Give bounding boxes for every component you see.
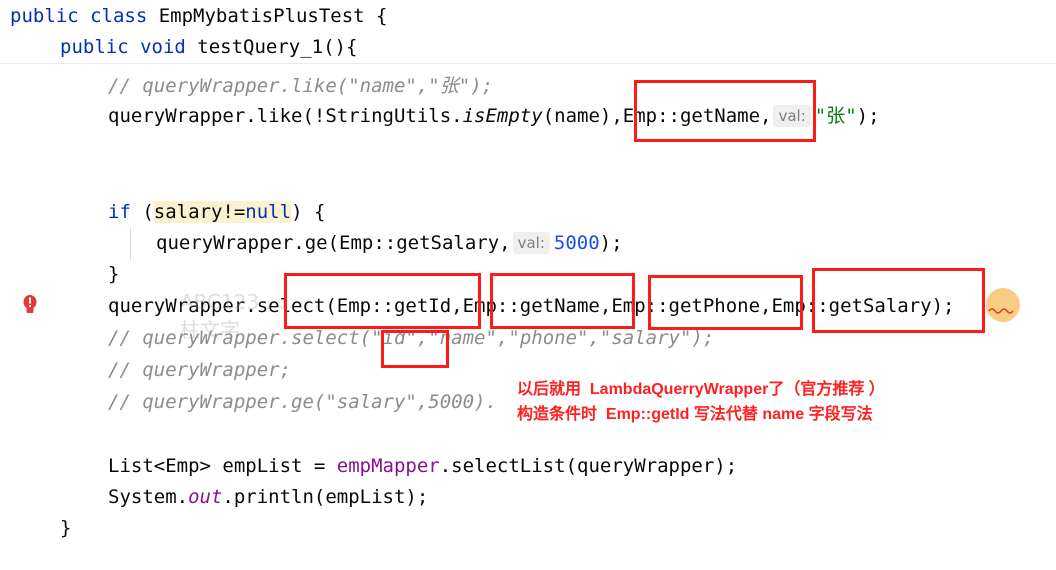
ge-call: queryWrapper.ge(Emp::getSalary,	[156, 232, 511, 254]
null-keyword: null	[245, 201, 292, 223]
watermark: ABC123 ... 柱文字	[180, 290, 285, 342]
println-call: .println(empList);	[222, 486, 429, 508]
folding-divider	[0, 63, 1056, 64]
error-bulb-icon[interactable]	[22, 294, 38, 316]
comment-string: "salary"	[325, 391, 417, 413]
comment-end: ,5000).	[416, 391, 497, 413]
mapper-field: empMapper	[336, 455, 440, 477]
select-list-call: .selectList(queryWrapper);	[439, 455, 738, 477]
if-condition: salary!=null	[153, 201, 292, 223]
is-empty-method: isEmpty	[462, 105, 543, 127]
warning-squiggle-icon	[988, 308, 1014, 314]
statement-end: );	[599, 232, 623, 254]
code-if-statement: if (salary!=null) {	[108, 198, 325, 226]
comment-end: );	[691, 327, 715, 349]
list-decl: List<Emp> empList =	[108, 455, 337, 477]
comment-text: // queryWrapper;	[108, 359, 292, 381]
comment-end: ");	[458, 75, 494, 97]
system-class: System.	[108, 486, 189, 508]
intention-action-icon[interactable]	[986, 288, 1020, 322]
code-close-brace: }	[108, 263, 120, 285]
class-keyword: public class	[10, 5, 159, 27]
method-modifiers: public void	[60, 36, 198, 58]
comment-text: // queryWrapper.like("name","	[108, 75, 440, 97]
highlight-box-getname	[634, 80, 816, 142]
method-close-brace: }	[60, 517, 72, 539]
string-literal: "张"	[814, 105, 857, 127]
code-comment-ge: // queryWrapper.ge("salary",5000).	[108, 388, 497, 416]
code-line-ge: queryWrapper.ge(Emp::getSalary, val: 5000)…	[156, 229, 623, 257]
highlight-box-id-string	[381, 330, 449, 368]
code-comment-like: // queryWrapper.like("name","张");	[108, 72, 493, 100]
code-line-println: System.out.println(empList);	[108, 483, 428, 511]
highlight-box-getphone	[648, 275, 803, 330]
param-hint-val: val:	[512, 232, 550, 254]
indent-guide	[130, 228, 131, 260]
if-open-paren: (	[130, 201, 154, 223]
highlight-box-getname-select	[490, 273, 635, 329]
like-call: queryWrapper.like(!StringUtils.	[108, 105, 463, 127]
if-keyword: if	[108, 201, 131, 223]
statement-end: );	[856, 105, 880, 127]
out-field: out	[188, 486, 223, 508]
highlight-box-getid	[284, 273, 481, 329]
highlight-box-getsalary	[812, 268, 985, 333]
if-close: ) {	[291, 201, 326, 223]
number-literal: 5000	[553, 232, 600, 254]
salary-var: salary!=	[153, 201, 246, 223]
method-name: testQuery_1(){	[197, 36, 358, 58]
class-name: EmpMybatisPlusTest {	[158, 5, 388, 27]
code-line-list: List<Emp> empList = empMapper.selectList…	[108, 452, 737, 480]
method-declaration: public void testQuery_1(){	[60, 33, 357, 61]
comment-chinese: 张	[439, 75, 459, 97]
class-declaration: public class EmpMybatisPlusTest {	[10, 2, 388, 30]
code-comment-qw: // queryWrapper;	[108, 356, 291, 384]
comment-text: // queryWrapper.ge(	[108, 391, 326, 413]
annotation-line-2: 构造条件时 Emp::getId 写法代替 name 字段写法	[517, 406, 873, 423]
annotation-line-1: 以后就用 LambdaQuerryWrapper了（官方推荐 ）	[517, 381, 885, 398]
